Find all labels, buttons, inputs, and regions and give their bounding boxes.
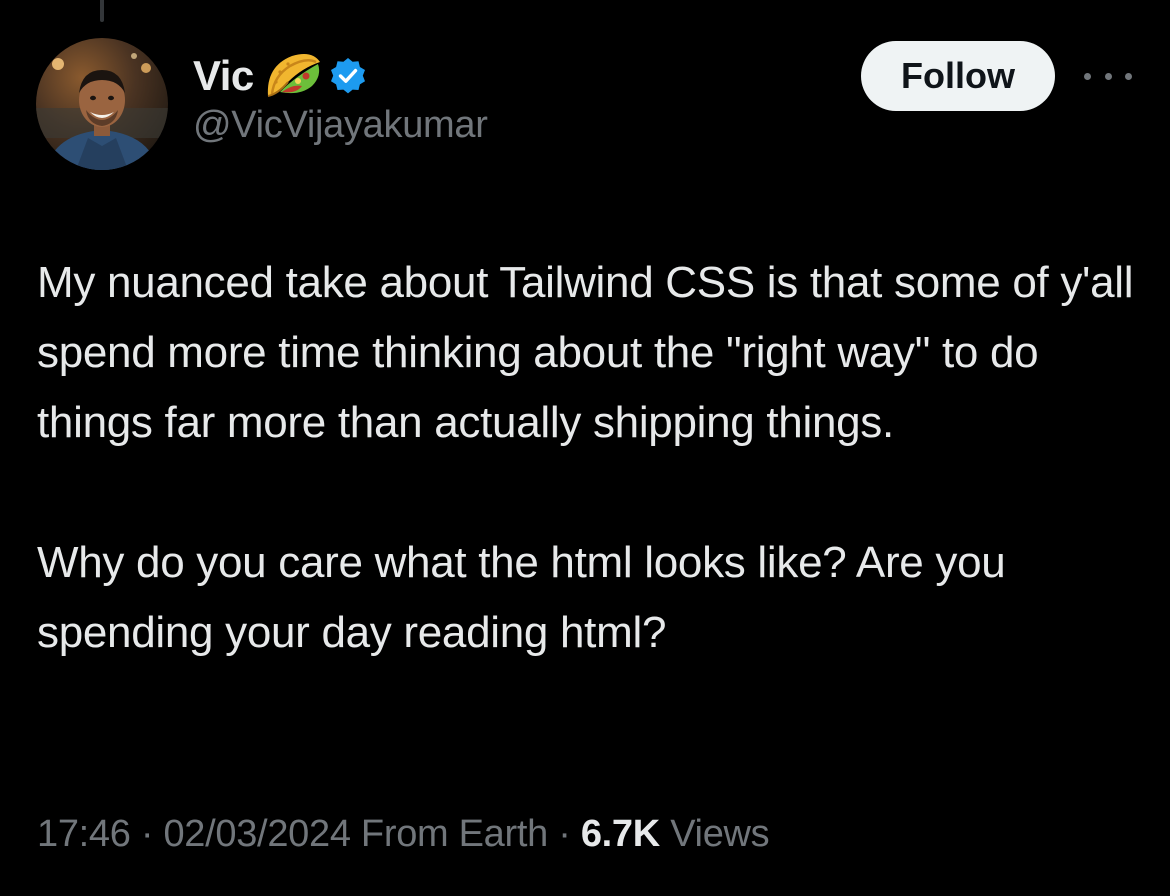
thread-connector-line [100, 0, 104, 22]
tweet-text: My nuanced take about Tailwind CSS is th… [37, 248, 1137, 668]
tweet-metadata: 17:46 · 02/03/2024 From Earth · 6.7K Vie… [37, 806, 770, 862]
views-label[interactable]: Views [670, 813, 769, 856]
author-name-row[interactable]: Vic [193, 48, 368, 104]
avatar[interactable] [36, 38, 168, 170]
more-dot [1125, 72, 1132, 80]
meta-separator: · [130, 812, 164, 855]
more-dot [1104, 72, 1112, 80]
meta-space [660, 813, 670, 856]
tweet-time[interactable]: 17:46 [37, 813, 131, 856]
author-handle[interactable]: @VicVijayakumar [193, 104, 488, 147]
verified-badge-icon [330, 58, 365, 94]
taco-icon [267, 54, 320, 97]
tweet-paragraph: My nuanced take about Tailwind CSS is th… [37, 258, 1134, 447]
follow-button[interactable]: Follow [861, 41, 1055, 111]
author-display-name[interactable]: Vic [193, 52, 254, 100]
tweet-paragraph: Why do you care what the html looks like… [37, 538, 1006, 657]
meta-space [351, 813, 361, 856]
views-count[interactable]: 6.7K [581, 813, 660, 856]
more-options-icon[interactable] [1084, 58, 1132, 94]
tweet-source: From Earth [360, 812, 548, 855]
more-dot [1084, 72, 1091, 80]
tweet-date[interactable]: 02/03/2024 [163, 813, 350, 856]
meta-separator: · [547, 812, 581, 855]
avatar-photo [36, 38, 168, 170]
